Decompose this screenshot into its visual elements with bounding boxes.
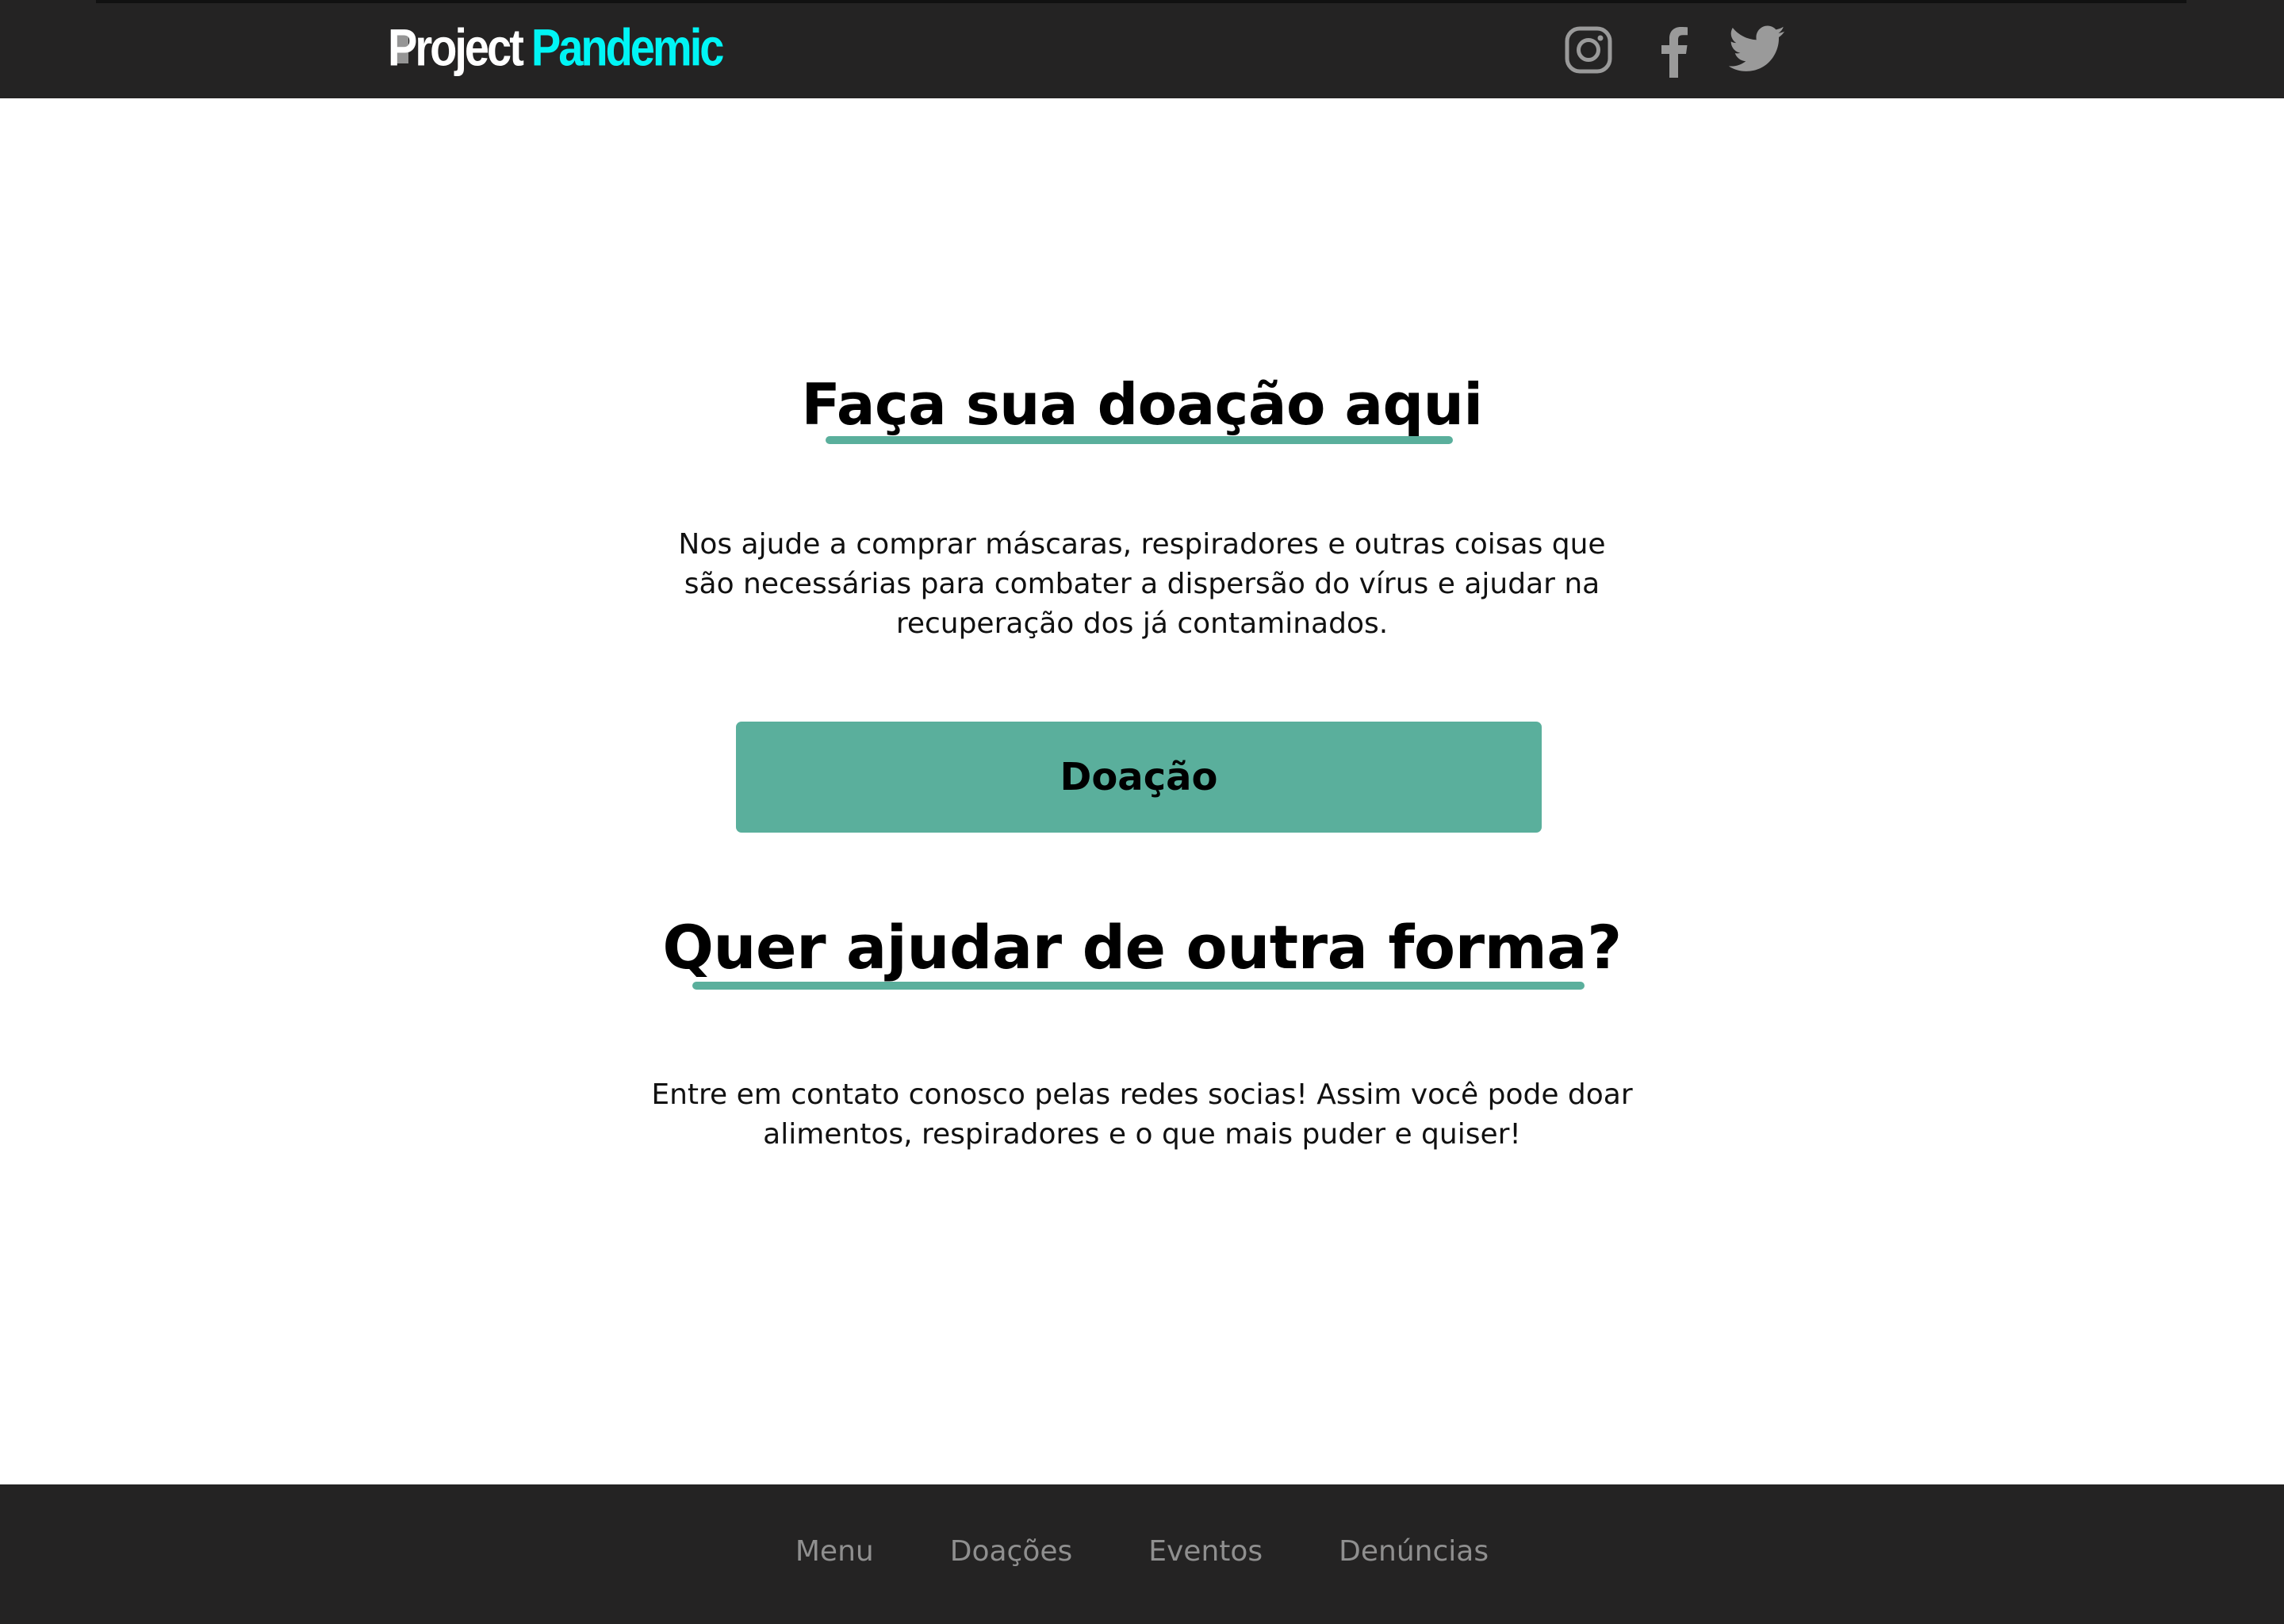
help-heading-underline (692, 982, 1585, 990)
site-header: Project Pandemic (0, 0, 2284, 98)
main-content: Faça sua doação aqui Nos ajude a comprar… (0, 98, 2284, 1484)
donate-button[interactable]: Doação (736, 722, 1542, 833)
twitter-link[interactable] (1729, 25, 1792, 82)
twitter-icon (1729, 25, 1785, 71)
footer-link-doacoes[interactable]: Doações (950, 1530, 1073, 1573)
page: Project Pandemic Faça sua doação aqui Nos… (0, 0, 2284, 1624)
instagram-link[interactable] (1564, 25, 1621, 82)
facebook-link[interactable] (1657, 25, 1692, 82)
site-footer: Menu Doações Eventos Denúncias (0, 1484, 2284, 1624)
footer-link-eventos[interactable]: Eventos (1148, 1530, 1263, 1573)
donate-heading-underline (826, 436, 1453, 444)
header-top-border (96, 0, 2186, 3)
logo-word-pandemic: Pandemic (531, 17, 725, 77)
site-logo[interactable]: Project Pandemic (388, 12, 725, 83)
footer-link-denuncias[interactable]: Denúncias (1339, 1530, 1489, 1573)
footer-nav: Menu Doações Eventos Denúncias (0, 1530, 2284, 1573)
footer-link-menu[interactable]: Menu (795, 1530, 874, 1573)
help-description: Entre em contato conosco pelas redes soc… (651, 1078, 1633, 1151)
instagram-icon (1565, 26, 1612, 74)
help-heading: Quer ajudar de outra forma? (662, 912, 1622, 982)
donate-description: Nos ajude a comprar máscaras, respirador… (678, 528, 1606, 640)
facebook-icon (1661, 27, 1688, 78)
logo-word-project: Project (388, 17, 524, 77)
donate-heading: Faça sua doação aqui (801, 371, 1483, 438)
